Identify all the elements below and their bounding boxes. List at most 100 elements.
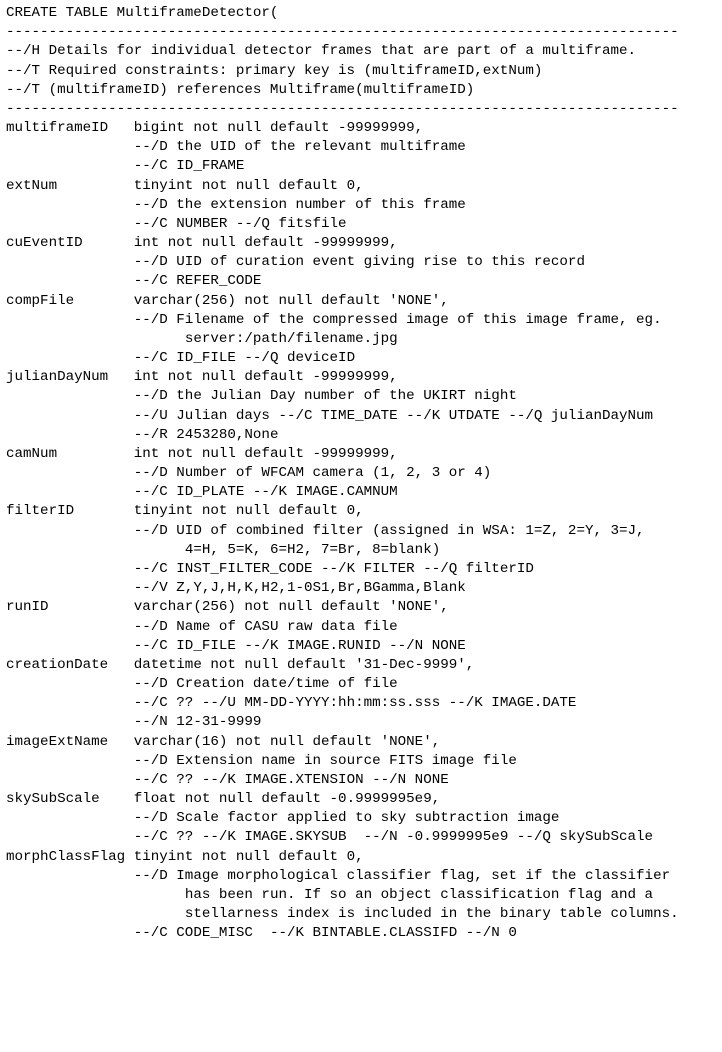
- column-name: imageExtName: [6, 733, 134, 752]
- column-name: julianDayNum: [6, 368, 134, 387]
- column-name-spacer: [6, 752, 134, 771]
- column-desc-text: stellarness index is included in the bin…: [134, 905, 716, 924]
- column-desc-line: --/C ID_FILE --/K IMAGE.RUNID --/N NONE: [6, 637, 716, 656]
- column-name-spacer: [6, 637, 134, 656]
- column-desc-text: --/D Number of WFCAM camera (1, 2, 3 or …: [134, 464, 716, 483]
- column-name-spacer: [6, 464, 134, 483]
- column-desc-line: --/D Extension name in source FITS image…: [6, 752, 716, 771]
- column-name: morphClassFlag: [6, 848, 134, 867]
- column-desc-text: --/D Filename of the compressed image of…: [134, 311, 716, 330]
- hr-line: ----------------------------------------…: [6, 100, 716, 119]
- header-t1: --/T Required constraints: primary key i…: [6, 62, 716, 81]
- column-desc-text: --/C ?? --/K IMAGE.XTENSION --/N NONE: [134, 771, 716, 790]
- column-name: camNum: [6, 445, 134, 464]
- column-type: varchar(256) not null default 'NONE',: [134, 598, 716, 617]
- column-type: int not null default -99999999,: [134, 234, 716, 253]
- column-type: varchar(256) not null default 'NONE',: [134, 292, 716, 311]
- header-t2: --/T (multiframeID) references Multifram…: [6, 81, 716, 100]
- column-desc-text: --/V Z,Y,J,H,K,H2,1-0S1,Br,BGamma,Blank: [134, 579, 716, 598]
- column-desc-text: --/C ?? --/K IMAGE.SKYSUB --/N -0.999999…: [134, 828, 716, 847]
- column-desc-text: --/C INST_FILTER_CODE --/K FILTER --/Q f…: [134, 560, 716, 579]
- hr-line: ----------------------------------------…: [6, 23, 716, 42]
- column-desc-text: --/C ID_FRAME: [134, 157, 716, 176]
- column-row: julianDayNum int not null default -99999…: [6, 368, 716, 387]
- column-type: varchar(16) not null default 'NONE',: [134, 733, 716, 752]
- column-name-spacer: [6, 407, 134, 426]
- column-type: tinyint not null default 0,: [134, 848, 716, 867]
- column-type: datetime not null default '31-Dec-9999',: [134, 656, 716, 675]
- create-table-line: CREATE TABLE MultiframeDetector(: [6, 4, 716, 23]
- column-name-spacer: [6, 713, 134, 732]
- column-desc-line: --/C ID_FRAME: [6, 157, 716, 176]
- column-name-spacer: [6, 886, 134, 905]
- column-desc-line: --/C NUMBER --/Q fitsfile: [6, 215, 716, 234]
- column-desc-text: --/D Extension name in source FITS image…: [134, 752, 716, 771]
- column-desc-text: --/D UID of curation event giving rise t…: [134, 253, 716, 272]
- column-name-spacer: [6, 905, 134, 924]
- column-row: runID varchar(256) not null default 'NON…: [6, 598, 716, 617]
- column-row: skySubScale float not null default -0.99…: [6, 790, 716, 809]
- column-name-spacer: [6, 253, 134, 272]
- column-desc-line: --/D UID of curation event giving rise t…: [6, 253, 716, 272]
- column-desc-line: --/C ?? --/K IMAGE.SKYSUB --/N -0.999999…: [6, 828, 716, 847]
- column-name: creationDate: [6, 656, 134, 675]
- column-desc-text: --/R 2453280,None: [134, 426, 716, 445]
- column-desc-line: --/D Image morphological classifier flag…: [6, 867, 716, 886]
- column-type: int not null default -99999999,: [134, 445, 716, 464]
- column-desc-line: --/U Julian days --/C TIME_DATE --/K UTD…: [6, 407, 716, 426]
- column-desc-text: --/D Image morphological classifier flag…: [134, 867, 716, 886]
- column-desc-text: --/C ID_FILE --/K IMAGE.RUNID --/N NONE: [134, 637, 716, 656]
- column-type: int not null default -99999999,: [134, 368, 716, 387]
- column-desc-text: --/C NUMBER --/Q fitsfile: [134, 215, 716, 234]
- column-name: extNum: [6, 177, 134, 196]
- column-desc-line: --/D UID of combined filter (assigned in…: [6, 522, 716, 541]
- column-row: morphClassFlag tinyint not null default …: [6, 848, 716, 867]
- column-name: runID: [6, 598, 134, 617]
- column-desc-text: --/D Scale factor applied to sky subtrac…: [134, 809, 716, 828]
- column-desc-line: server:/path/filename.jpg: [6, 330, 716, 349]
- column-name-spacer: [6, 349, 134, 368]
- column-desc-text: --/C CODE_MISC --/K BINTABLE.CLASSIFD --…: [134, 924, 716, 943]
- column-name: skySubScale: [6, 790, 134, 809]
- header-h: --/H Details for individual detector fra…: [6, 42, 716, 61]
- column-name-spacer: [6, 196, 134, 215]
- column-name-spacer: [6, 541, 134, 560]
- column-desc-line: stellarness index is included in the bin…: [6, 905, 716, 924]
- column-name-spacer: [6, 272, 134, 291]
- column-row: imageExtName varchar(16) not null defaul…: [6, 733, 716, 752]
- column-name-spacer: [6, 215, 134, 234]
- column-desc-text: 4=H, 5=K, 6=H2, 7=Br, 8=blank): [134, 541, 716, 560]
- column-desc-line: 4=H, 5=K, 6=H2, 7=Br, 8=blank): [6, 541, 716, 560]
- column-desc-line: --/C REFER_CODE: [6, 272, 716, 291]
- column-desc-line: --/C INST_FILTER_CODE --/K FILTER --/Q f…: [6, 560, 716, 579]
- column-desc-text: --/U Julian days --/C TIME_DATE --/K UTD…: [134, 407, 716, 426]
- column-name-spacer: [6, 330, 134, 349]
- column-desc-line: has been run. If so an object classifica…: [6, 886, 716, 905]
- column-desc-text: server:/path/filename.jpg: [134, 330, 716, 349]
- column-desc-line: --/D the Julian Day number of the UKIRT …: [6, 387, 716, 406]
- column-desc-text: --/D the Julian Day number of the UKIRT …: [134, 387, 716, 406]
- column-name: filterID: [6, 502, 134, 521]
- column-desc-text: --/D the extension number of this frame: [134, 196, 716, 215]
- column-name-spacer: [6, 867, 134, 886]
- column-desc-text: --/C ID_PLATE --/K IMAGE.CAMNUM: [134, 483, 716, 502]
- column-desc-text: --/N 12-31-9999: [134, 713, 716, 732]
- column-desc-line: --/N 12-31-9999: [6, 713, 716, 732]
- column-name-spacer: [6, 828, 134, 847]
- column-name-spacer: [6, 694, 134, 713]
- column-name-spacer: [6, 618, 134, 637]
- column-name-spacer: [6, 924, 134, 943]
- column-desc-line: --/D Scale factor applied to sky subtrac…: [6, 809, 716, 828]
- column-desc-line: --/D the extension number of this frame: [6, 196, 716, 215]
- column-desc-text: --/C REFER_CODE: [134, 272, 716, 291]
- column-name: multiframeID: [6, 119, 134, 138]
- column-desc-text: --/D Name of CASU raw data file: [134, 618, 716, 637]
- column-desc-text: --/D UID of combined filter (assigned in…: [134, 522, 716, 541]
- column-name-spacer: [6, 387, 134, 406]
- column-desc-text: --/C ?? --/U MM-DD-YYYY:hh:mm:ss.sss --/…: [134, 694, 716, 713]
- column-name-spacer: [6, 809, 134, 828]
- column-name-spacer: [6, 157, 134, 176]
- column-row: creationDate datetime not null default '…: [6, 656, 716, 675]
- column-desc-line: --/C ?? --/K IMAGE.XTENSION --/N NONE: [6, 771, 716, 790]
- column-row: cuEventID int not null default -99999999…: [6, 234, 716, 253]
